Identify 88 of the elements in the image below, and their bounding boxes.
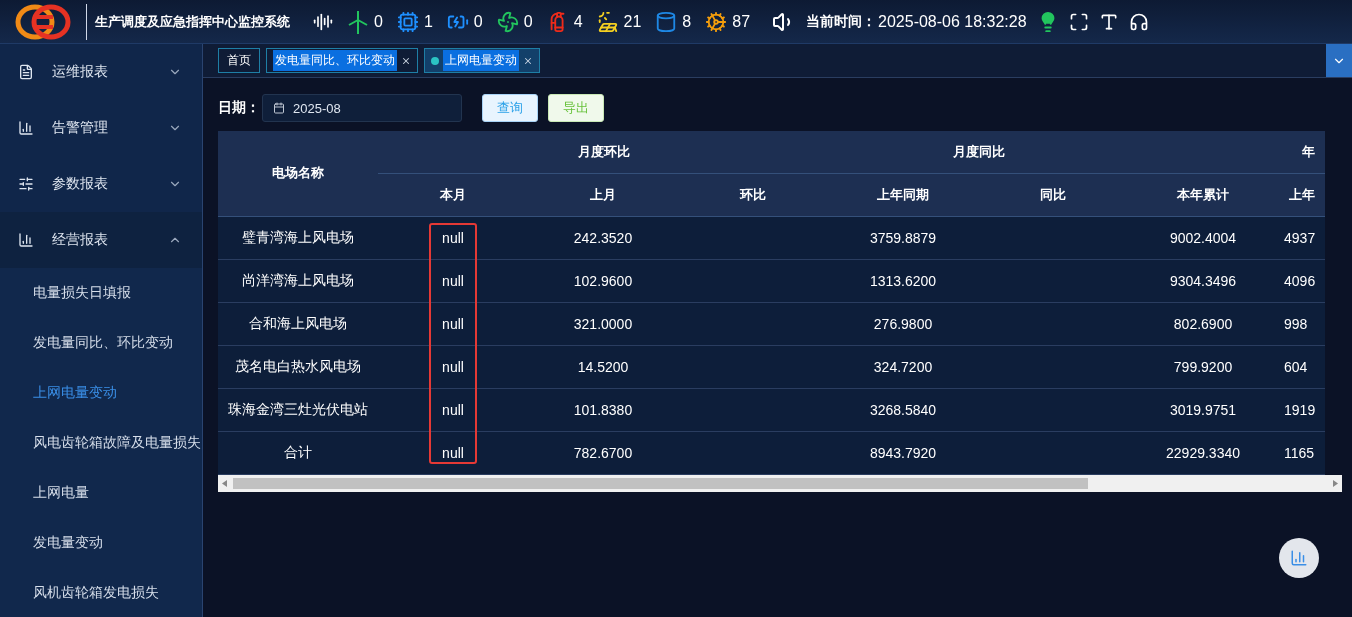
table-cell: 799.9200	[1128, 345, 1279, 388]
sidebar-group[interactable]: 参数报表	[0, 156, 202, 212]
device-icon	[396, 10, 419, 33]
table-cell: 1165	[1278, 431, 1326, 474]
table-cell: 604	[1278, 345, 1326, 388]
table-cell: 321.0000	[528, 302, 678, 345]
table-cell: 22929.3340	[1128, 431, 1279, 474]
table-cell: 9002.4004	[1128, 216, 1279, 259]
group-header: 月度环比	[378, 131, 829, 173]
column-header: 同比	[978, 173, 1129, 216]
table-cell: null	[378, 302, 528, 345]
logo-icon	[15, 3, 71, 40]
fullscreen-icon[interactable]	[1068, 11, 1089, 32]
bar-chart-icon	[1290, 549, 1308, 567]
stat-count: 1	[423, 12, 433, 31]
stat-count: 0	[473, 12, 483, 31]
bar-chart-icon	[18, 120, 34, 136]
column-header: 本年累计	[1128, 173, 1279, 216]
sliders-icon	[18, 176, 34, 192]
stat-count: 0	[523, 12, 533, 31]
table-cell: 782.6700	[528, 431, 678, 474]
calendar-icon	[273, 102, 285, 114]
table-cell: 4096	[1278, 259, 1326, 302]
table-cell: 102.9600	[528, 259, 678, 302]
close-icon[interactable]	[401, 55, 411, 66]
date-field[interactable]: 2025-08	[262, 94, 462, 122]
report-icon	[18, 64, 34, 80]
table-cell: null	[378, 431, 528, 474]
group-header: 年	[1128, 131, 1326, 173]
table-cell: 8943.7920	[828, 431, 979, 474]
time-label: 当前时间：	[806, 12, 877, 31]
table-cell: 璧青湾海上风电场	[218, 216, 378, 259]
current-time: 2025-08-06 18:32:28	[878, 12, 1027, 31]
sidebar-group[interactable]: 运维报表	[0, 44, 202, 100]
table-cell: 276.9800	[828, 302, 979, 345]
table-cell: 3268.5840	[828, 388, 979, 431]
table-cell: 合和海上风电场	[218, 302, 378, 345]
scroll-right-icon[interactable]	[1333, 479, 1338, 487]
table-cell: null	[378, 216, 528, 259]
table-cell: 14.5200	[528, 345, 678, 388]
sidebar-group[interactable]: 经营报表	[0, 212, 202, 268]
table-cell: 珠海金湾三灶光伏电站	[218, 388, 378, 431]
group-header: 月度同比	[828, 131, 1129, 173]
column-header: 上月	[528, 173, 678, 216]
table-cell: 3759.8879	[828, 216, 979, 259]
stat-count: 0	[374, 12, 383, 31]
tab[interactable]: 发电量同比、环比变动	[266, 48, 418, 73]
active-dot-icon	[431, 56, 439, 65]
table-cell: null	[378, 259, 528, 302]
table-cell: 242.3520	[528, 216, 678, 259]
scroll-left-icon[interactable]	[222, 479, 227, 487]
headphones-icon[interactable]	[1128, 11, 1149, 32]
fan-icon	[496, 10, 519, 33]
close-icon[interactable]	[523, 55, 533, 66]
tab[interactable]: 首页	[218, 48, 260, 73]
table-cell: 3019.9751	[1128, 388, 1279, 431]
table-cell: 合计	[218, 431, 378, 474]
date-label: 日期：	[218, 99, 260, 117]
column-header: 上年同期	[828, 173, 979, 216]
table-cell: null	[378, 388, 528, 431]
table-cell: 4937	[1278, 216, 1326, 259]
column-header: 本月	[378, 173, 528, 216]
column-header: 电场名称	[218, 131, 378, 216]
table-cell: 101.8380	[528, 388, 678, 431]
app-title: 生产调度及应急指挥中心监控系统	[94, 14, 291, 29]
column-header: 上年	[1278, 173, 1326, 216]
stat-count: 21	[623, 12, 642, 31]
table-cell: 324.7200	[828, 345, 979, 388]
table-cell: 茂名电白热水风电场	[218, 345, 378, 388]
table-cell: null	[378, 345, 528, 388]
table-cell: 1313.6200	[828, 259, 979, 302]
solar-panel-icon	[596, 10, 619, 33]
bar-chart-icon	[18, 232, 34, 248]
chart-button[interactable]	[1279, 538, 1319, 578]
stat-count: 87	[732, 12, 751, 31]
gear-icon	[705, 10, 728, 33]
table-cell: 尚洋湾海上风电场	[218, 259, 378, 302]
wind-turbine-icon	[347, 9, 369, 34]
sidebar-group[interactable]: 告警管理	[0, 100, 202, 156]
table-cell: 802.6900	[1128, 302, 1279, 345]
column-header: 环比	[678, 173, 829, 216]
table-cell: 9304.3496	[1128, 259, 1279, 302]
table-cell: 1919	[1278, 388, 1326, 431]
cylinder-icon	[655, 10, 678, 33]
stat-count: 8	[682, 12, 692, 31]
table-cell: 998	[1278, 302, 1326, 345]
stat-count: 4	[573, 12, 583, 31]
tab[interactable]: 上网电量变动	[424, 48, 540, 73]
